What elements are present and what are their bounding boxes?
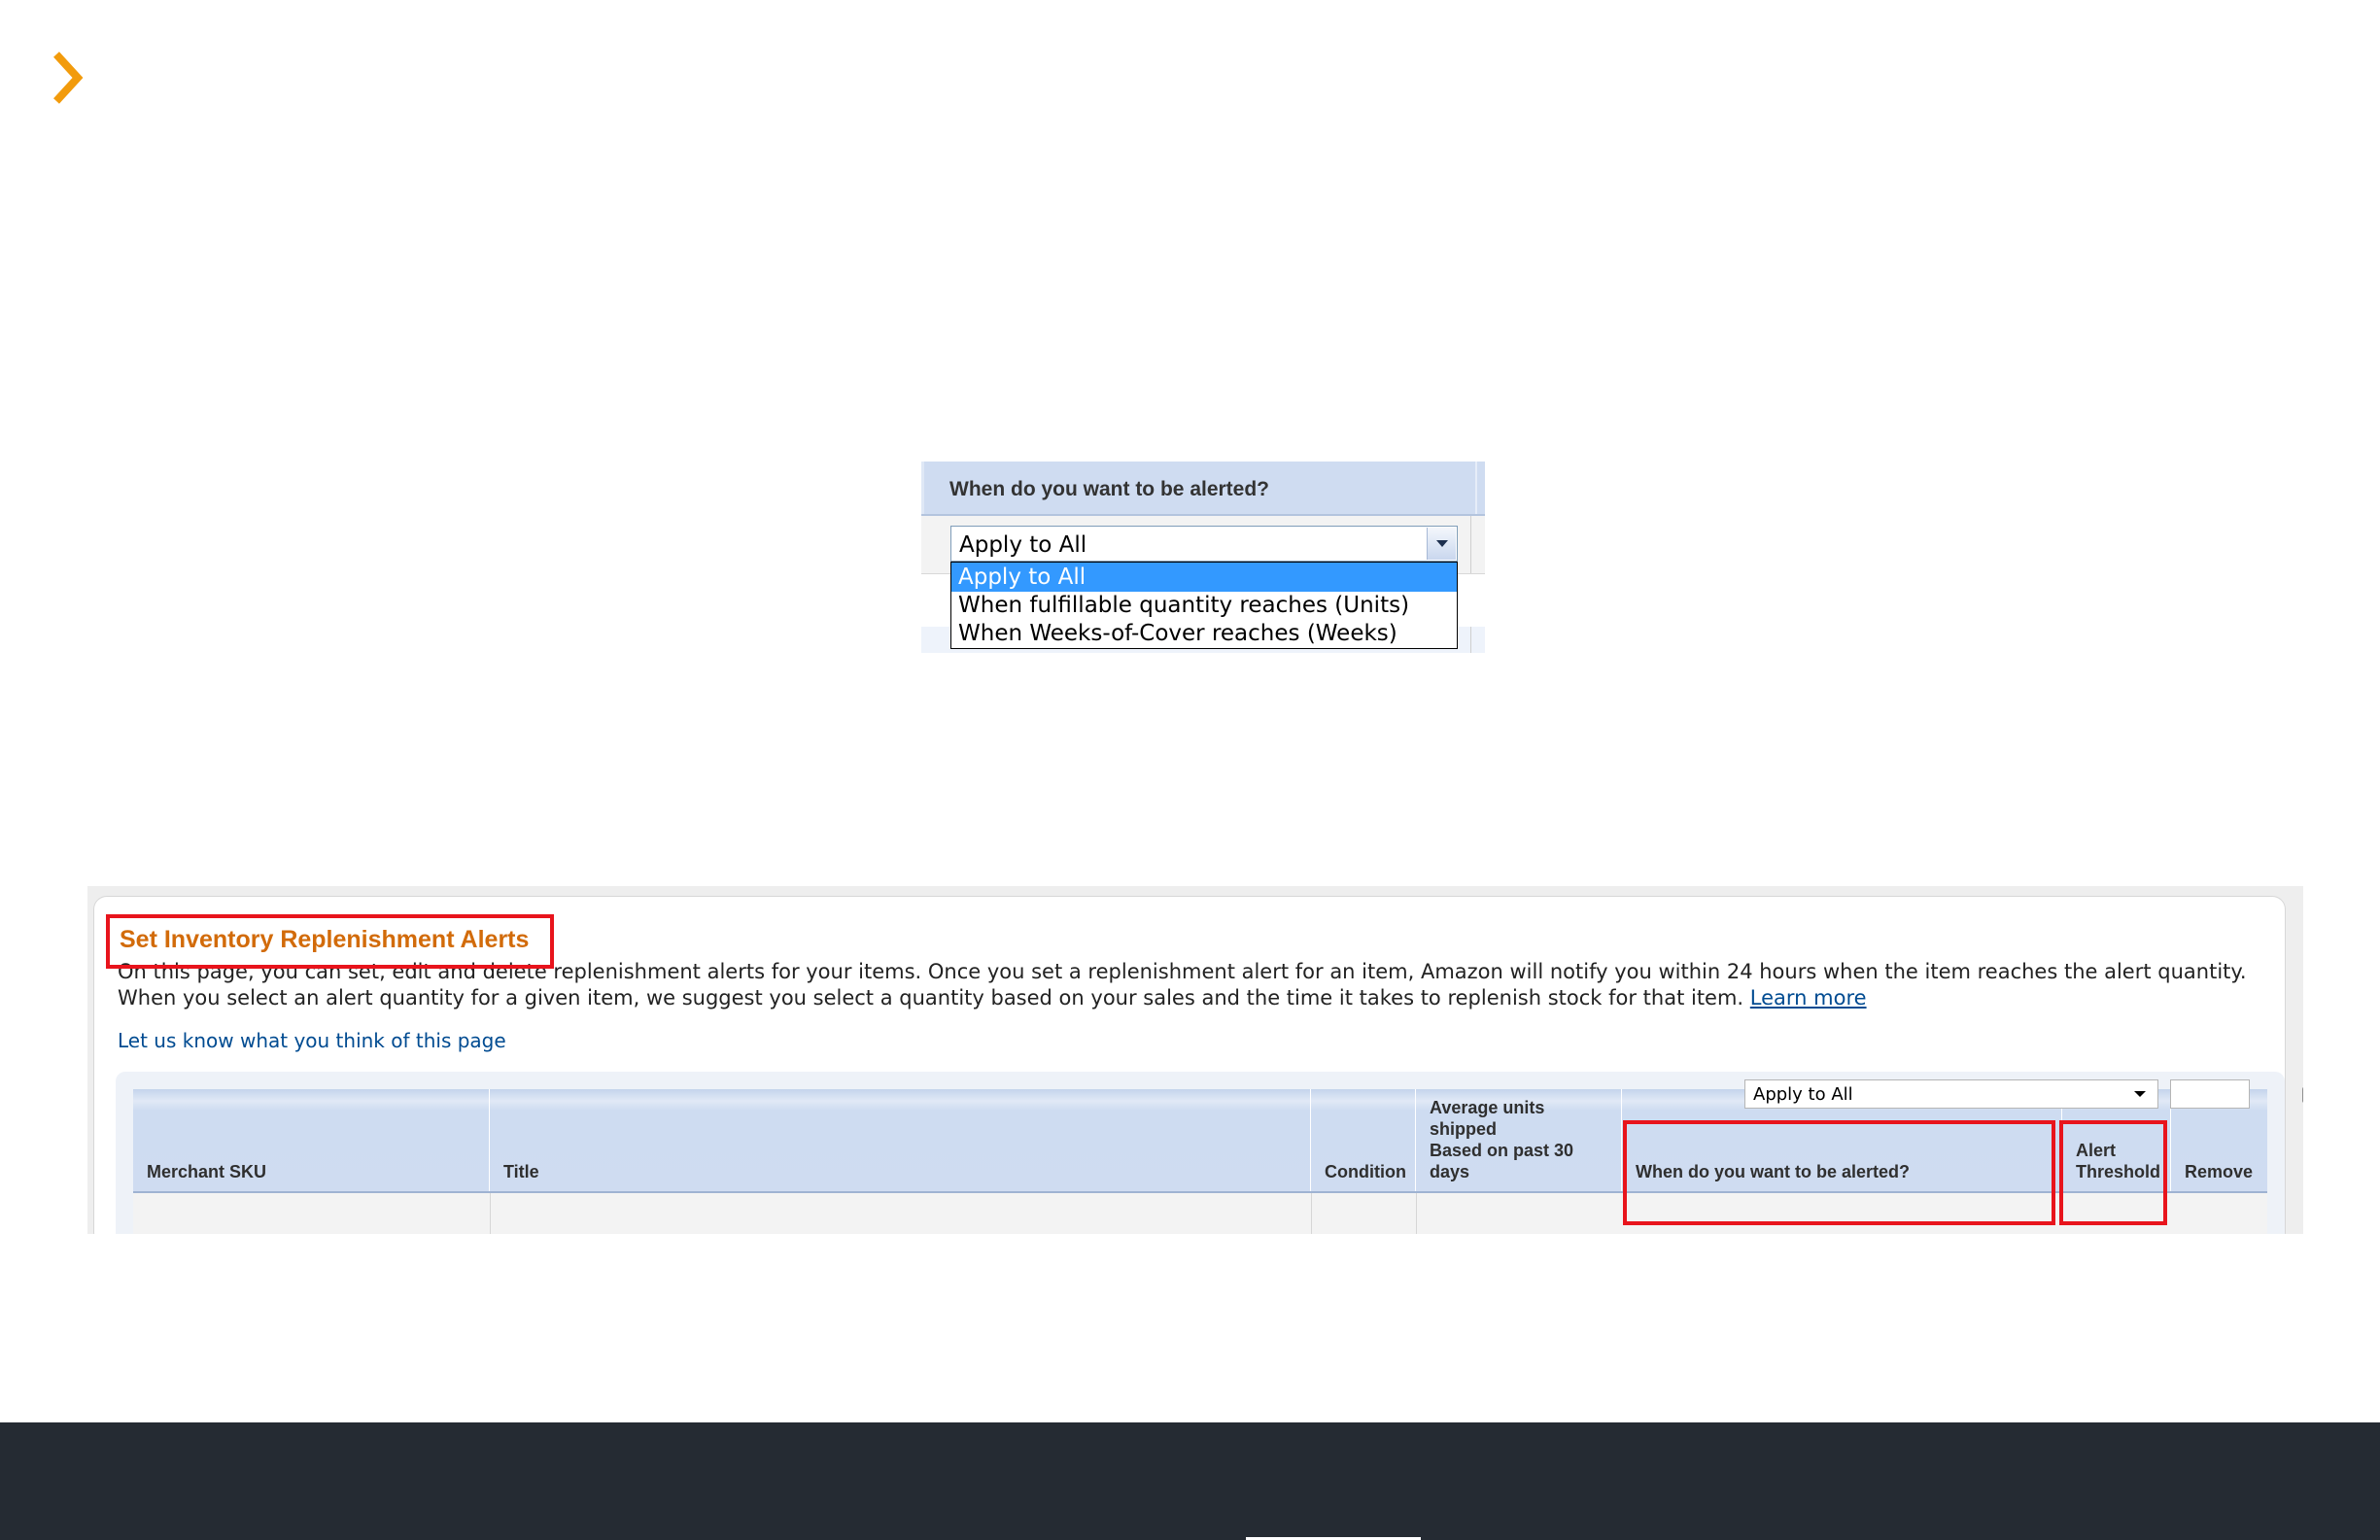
footer-bar [0,1422,2380,1540]
replenishment-alerts-screenshot: Set Inventory Replenishment Alerts On th… [87,886,2303,1234]
column-header-merchant-sku[interactable]: Merchant SKU [133,1089,490,1191]
column-header-average-units[interactable]: Average units shipped Based on past 30 d… [1416,1089,1622,1191]
alert-type-select-value: Apply to All [959,532,1087,558]
column-header-condition[interactable]: Condition [1311,1089,1416,1191]
option-fulfillable-quantity[interactable]: When fulfillable quantity reaches (Units… [951,591,1457,620]
alert-type-select[interactable]: Apply to All [950,526,1458,562]
alert-threshold-input[interactable] [2170,1079,2250,1109]
chevron-right-icon [49,49,87,107]
page-title: Set Inventory Replenishment Alerts [120,926,530,953]
content-card: Set Inventory Replenishment Alerts On th… [93,896,2303,1234]
column-header: When do you want to be alerted? [921,462,1485,516]
page-description: On this page, you can set, edit and dele… [118,959,2275,1011]
alert-type-options-list: Apply to All When fulfillable quantity r… [950,562,1458,649]
learn-more-link[interactable]: Learn more [1750,986,1867,1010]
option-apply-to-all[interactable]: Apply to All [951,563,1457,592]
description-line-2: When you select an alert quantity for a … [118,986,1867,1010]
chevron-down-icon[interactable] [2134,1091,2146,1097]
feedback-link[interactable]: Let us know what you think of this page [118,1029,506,1052]
column-header-label: When do you want to be alerted? [949,478,1270,500]
remove-checkbox[interactable] [2302,1087,2303,1103]
alerts-table: Merchant SKU Title Condition Average uni… [116,1072,2303,1234]
zoomed-dropdown-snippet: When do you want to be alerted? Apply to… [921,462,1485,653]
option-weeks-of-cover[interactable]: When Weeks-of-Cover reaches (Weeks) [951,619,1457,648]
alert-type-select-row[interactable]: Apply to All [1744,1079,2158,1109]
apply-to-all-row [133,1193,2267,1234]
chevron-down-icon[interactable] [1427,528,1456,560]
column-header-title[interactable]: Title [490,1089,1311,1191]
description-line-1: On this page, you can set, edit and dele… [118,960,2247,983]
alert-type-select-row-value: Apply to All [1753,1084,1853,1105]
